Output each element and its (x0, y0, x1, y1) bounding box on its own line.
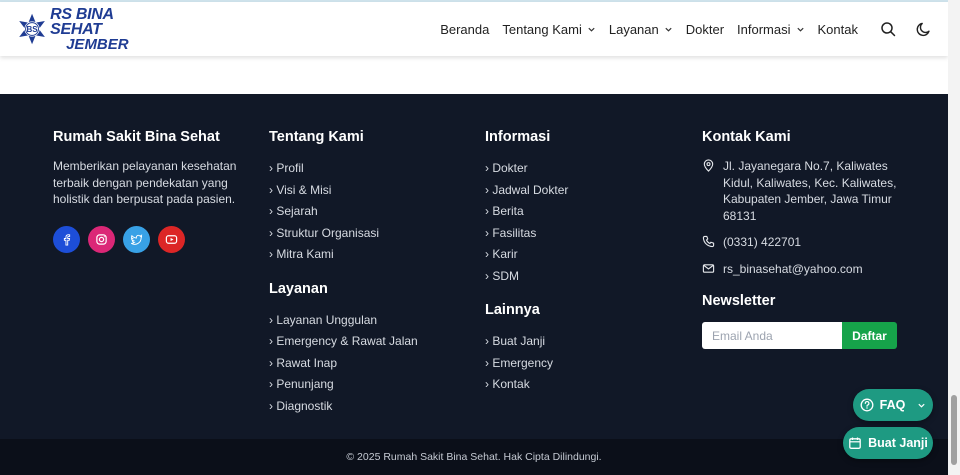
chevron-down-icon (588, 27, 595, 32)
footer-link-layanan-unggulan[interactable]: › Layanan Unggulan (269, 310, 469, 332)
footer-link-fasilitas[interactable]: › Fasilitas (485, 223, 685, 245)
footer-tentang-layanan: Tentang Kami › Profil › Visi & Misi › Se… (269, 129, 469, 417)
contact-phone[interactable]: (0331) 422701 (702, 234, 902, 251)
footer-lainnya-links: › Buat Janji › Emergency › Kontak (485, 331, 685, 396)
newsletter-email-input[interactable] (702, 322, 842, 349)
appointment-button[interactable]: Buat Janji (843, 427, 933, 459)
newsletter-title: Newsletter (702, 293, 776, 309)
footer-tentang-title: Tentang Kami (269, 129, 364, 145)
contact-email-text: rs_binasehat@yahoo.com (723, 261, 863, 276)
footer-kontak: Kontak Kami Jl. Jayanegara No.7, Kaliwat… (702, 129, 902, 349)
logo-line-2: JEMBER (66, 35, 129, 53)
nav-kontak[interactable]: Kontak (818, 22, 858, 37)
footer-link-mitra-kami[interactable]: › Mitra Kami (269, 244, 469, 266)
footer-link-emergency-rawat-jalan[interactable]: › Emergency & Rawat Jalan (269, 331, 469, 353)
youtube-icon[interactable] (158, 225, 185, 253)
phone-icon (702, 235, 715, 248)
contact-address: Jl. Jayanegara No.7, Kaliwates Kidul, Ka… (702, 158, 902, 224)
map-pin-icon (703, 159, 714, 172)
moon-icon[interactable] (916, 21, 932, 37)
footer-about-title: Rumah Sakit Bina Sehat (53, 129, 220, 145)
twitter-icon[interactable] (123, 225, 150, 253)
chevron-down-icon (918, 403, 925, 408)
footer-about: Rumah Sakit Bina Sehat Memberikan pelaya… (53, 129, 238, 253)
page-scrollbar[interactable] (948, 0, 960, 475)
footer-link-rawat-inap[interactable]: › Rawat Inap (269, 353, 469, 375)
contact-address-text: Jl. Jayanegara No.7, Kaliwates Kidul, Ka… (723, 159, 897, 223)
newsletter-subscribe-button[interactable]: Daftar (842, 322, 897, 349)
logo-line-1: RS BINA SEHAT (50, 5, 114, 38)
contact-phone-text: (0331) 422701 (723, 235, 802, 249)
nav-beranda[interactable]: Beranda (440, 22, 489, 37)
help-circle-icon (860, 398, 874, 412)
footer-tentang-links: › Profil › Visi & Misi › Sejarah › Struk… (269, 158, 469, 266)
footer-layanan-title: Layanan (269, 280, 328, 297)
appointment-label: Buat Janji (868, 436, 928, 450)
footer-link-buat-janji[interactable]: › Buat Janji (485, 331, 685, 353)
mail-icon (702, 263, 715, 273)
faq-label: FAQ (879, 398, 906, 412)
logo-emblem-icon: BS (19, 13, 45, 45)
nav-dokter[interactable]: Dokter (686, 22, 724, 37)
nav-tentang-kami[interactable]: Tentang Kami (502, 22, 596, 37)
search-icon[interactable] (880, 21, 896, 37)
footer-informasi-title: Informasi (485, 129, 551, 145)
site-header: BS RS BINA SEHAT JEMBER Beranda Tentang … (0, 2, 948, 56)
site-footer: Rumah Sakit Bina Sehat Memberikan pelaya… (0, 94, 948, 439)
page-content-gap (0, 56, 948, 94)
site-logo[interactable]: BS RS BINA SEHAT JEMBER (16, 6, 156, 52)
footer-link-diagnostik[interactable]: › Diagnostik (269, 396, 469, 418)
facebook-icon[interactable] (53, 225, 80, 253)
copyright-text: © 2025 Rumah Sakit Bina Sehat. Hak Cipta… (346, 451, 602, 463)
svg-text:BS: BS (26, 25, 38, 34)
scrollbar-thumb[interactable] (951, 395, 957, 465)
newsletter-form: Daftar (702, 322, 902, 349)
nav-informasi[interactable]: Informasi (737, 22, 804, 37)
chevron-down-icon (796, 27, 804, 32)
social-links (53, 225, 238, 253)
footer-layanan-links: › Layanan Unggulan › Emergency & Rawat J… (269, 310, 469, 418)
instagram-icon[interactable] (88, 225, 115, 253)
footer-link-sdm[interactable]: › SDM (485, 266, 685, 288)
footer-link-visi-misi[interactable]: › Visi & Misi (269, 180, 469, 202)
footer-informasi-links: › Dokter › Jadwal Dokter › Berita › Fasi… (485, 158, 685, 287)
footer-link-profil[interactable]: › Profil (269, 158, 469, 180)
footer-link-struktur-organisasi[interactable]: › Struktur Organisasi (269, 223, 469, 245)
footer-about-description: Memberikan pelayanan kesehatan terbaik d… (53, 159, 237, 206)
footer-link-penunjang[interactable]: › Penunjang (269, 374, 469, 396)
footer-link-kontak[interactable]: › Kontak (485, 374, 685, 396)
calendar-icon (849, 437, 861, 449)
chevron-down-icon (665, 27, 672, 32)
footer-link-sejarah[interactable]: › Sejarah (269, 201, 469, 223)
footer-link-berita[interactable]: › Berita (485, 201, 685, 223)
footer-kontak-title: Kontak Kami (702, 129, 791, 145)
footer-link-jadwal-dokter[interactable]: › Jadwal Dokter (485, 180, 685, 202)
footer-link-dokter[interactable]: › Dokter (485, 158, 685, 180)
footer-link-emergency[interactable]: › Emergency (485, 353, 685, 375)
contact-email[interactable]: rs_binasehat@yahoo.com (702, 261, 902, 278)
footer-informasi-lainnya: Informasi › Dokter › Jadwal Dokter › Ber… (485, 129, 685, 396)
nav-layanan[interactable]: Layanan (609, 22, 673, 37)
footer-link-karir[interactable]: › Karir (485, 244, 685, 266)
main-nav: Beranda Tentang Kami Layanan Dokter Info… (427, 2, 932, 56)
faq-button[interactable]: FAQ (853, 389, 933, 421)
copyright-bar: © 2025 Rumah Sakit Bina Sehat. Hak Cipta… (0, 439, 948, 475)
footer-lainnya-title: Lainnya (485, 302, 540, 318)
